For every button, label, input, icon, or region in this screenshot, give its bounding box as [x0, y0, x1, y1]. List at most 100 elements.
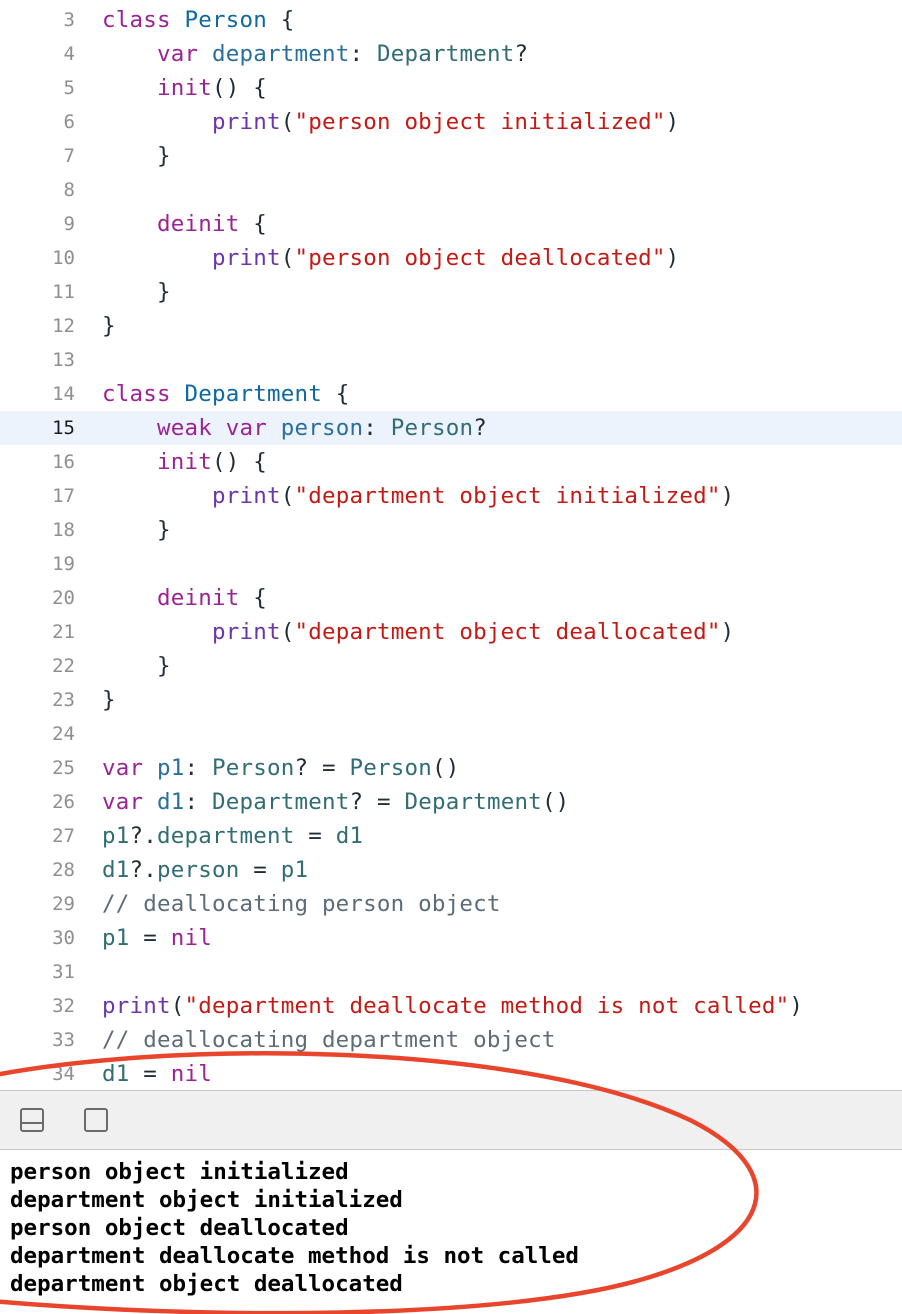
code-text: init() { [102, 71, 267, 105]
code-line[interactable]: 18 } [0, 513, 902, 547]
line-number: 9 [63, 213, 75, 235]
code-line[interactable]: 10 print("person object deallocated") [0, 241, 902, 275]
code-token: print [211, 483, 281, 509]
code-line[interactable]: 14 class Department { [0, 377, 902, 411]
code-line[interactable]: 6 print("person object initialized") [0, 105, 902, 139]
code-token: // deallocating department object [102, 1027, 556, 1053]
code-token: "person object initialized" [294, 109, 666, 135]
code-token: deinit [157, 211, 240, 237]
code-token: ( [280, 109, 295, 135]
code-token: Department [184, 381, 322, 407]
code-line[interactable]: 3 class Person { [0, 3, 902, 37]
code-token: } [102, 279, 171, 305]
line-number: 28 [52, 859, 75, 881]
code-line[interactable]: 11 } [0, 275, 902, 309]
code-token: "department object initialized" [294, 483, 721, 509]
code-token: Person [184, 7, 267, 33]
code-text: deinit { [102, 207, 267, 241]
line-number: 24 [52, 723, 75, 745]
code-line[interactable]: 19 [0, 547, 902, 581]
code-token: d1 [157, 789, 185, 815]
line-number: 13 [52, 349, 75, 371]
code-token: person [157, 857, 240, 883]
code-line[interactable]: 25 var p1: Person? = Person() [0, 751, 902, 785]
code-line[interactable]: 33 // deallocating department object [0, 1023, 902, 1057]
code-line[interactable]: 8 [0, 173, 902, 207]
code-line[interactable]: 15 weak var person: Person? [0, 411, 902, 445]
code-token: p1 [102, 925, 130, 951]
code-token: = [129, 925, 171, 951]
code-token: ?. [129, 857, 157, 883]
code-line[interactable]: 27 p1?.department = d1 [0, 819, 902, 853]
code-token: ) [665, 109, 680, 135]
console-output[interactable]: person object initialized department obj… [0, 1150, 902, 1314]
code-line[interactable]: 26 var d1: Department? = Department() [0, 785, 902, 819]
code-line[interactable]: 23} [0, 683, 902, 717]
code-token: // deallocating person object [102, 891, 501, 917]
line-number: 7 [63, 145, 75, 167]
code-line[interactable]: 24 [0, 717, 902, 751]
code-token: () { [212, 75, 267, 101]
code-line[interactable]: 20 deinit { [0, 581, 902, 615]
code-line[interactable]: 30 p1 = nil [0, 921, 902, 955]
code-token: Person [390, 415, 474, 441]
code-line[interactable]: 21 print("department object deallocated"… [0, 615, 902, 649]
code-line[interactable]: 16 init() { [0, 445, 902, 479]
code-token: "person object deallocated" [294, 245, 666, 271]
panel-bottom-icon[interactable] [20, 1108, 44, 1132]
code-line[interactable]: 31 [0, 955, 902, 989]
code-token: } [102, 313, 116, 339]
code-text: // deallocating department object [102, 1023, 556, 1057]
code-text: } [102, 309, 116, 343]
code-line[interactable]: 7 } [0, 139, 902, 173]
code-token: "department object deallocated" [294, 619, 721, 645]
code-text: var d1: Department? = Department() [102, 785, 569, 819]
line-number: 11 [52, 281, 75, 303]
code-line[interactable]: 28 d1?.person = p1 [0, 853, 902, 887]
code-line[interactable]: 4 var department: Department? [0, 37, 902, 71]
line-number: 14 [52, 383, 75, 405]
code-token: init [157, 75, 212, 101]
code-token: } [102, 687, 116, 713]
code-token: d1 [102, 857, 130, 883]
code-token: ) [720, 483, 735, 509]
code-editor[interactable]: 3 class Person {4 var department: Departm… [0, 0, 902, 1090]
code-line[interactable]: 22 } [0, 649, 902, 683]
code-line[interactable]: 9 deinit { [0, 207, 902, 241]
line-number: 33 [52, 1029, 75, 1051]
code-token: () { [212, 449, 267, 475]
code-line[interactable]: 12} [0, 309, 902, 343]
line-number: 29 [52, 893, 75, 915]
code-text: d1 = nil [102, 1057, 212, 1090]
code-token: ( [170, 993, 185, 1019]
line-number: 25 [52, 757, 75, 779]
code-line[interactable]: 17 print("department object initialized"… [0, 479, 902, 513]
code-token: d1 [102, 1061, 130, 1087]
code-token: var [102, 789, 144, 815]
code-line[interactable]: 29 // deallocating person object [0, 887, 902, 921]
code-text: print("department object deallocated") [102, 615, 734, 649]
code-token: { [239, 211, 267, 237]
panel-square-icon[interactable] [84, 1108, 108, 1132]
code-token: : [349, 41, 377, 67]
code-line[interactable]: 32 print("department deallocate method is… [0, 989, 902, 1023]
code-text: d1?.person = p1 [102, 853, 308, 887]
code-line[interactable]: 13 [0, 343, 902, 377]
code-line[interactable]: 34 d1 = nil [0, 1057, 902, 1090]
code-token: person [280, 415, 364, 441]
line-number: 20 [52, 587, 75, 609]
line-number: 17 [52, 485, 75, 507]
code-token: d1 [335, 823, 364, 849]
debug-area-toolbar [0, 1090, 902, 1150]
code-line[interactable]: 5 init() { [0, 71, 902, 105]
code-token: Department [212, 789, 350, 815]
code-token: { [266, 7, 295, 33]
